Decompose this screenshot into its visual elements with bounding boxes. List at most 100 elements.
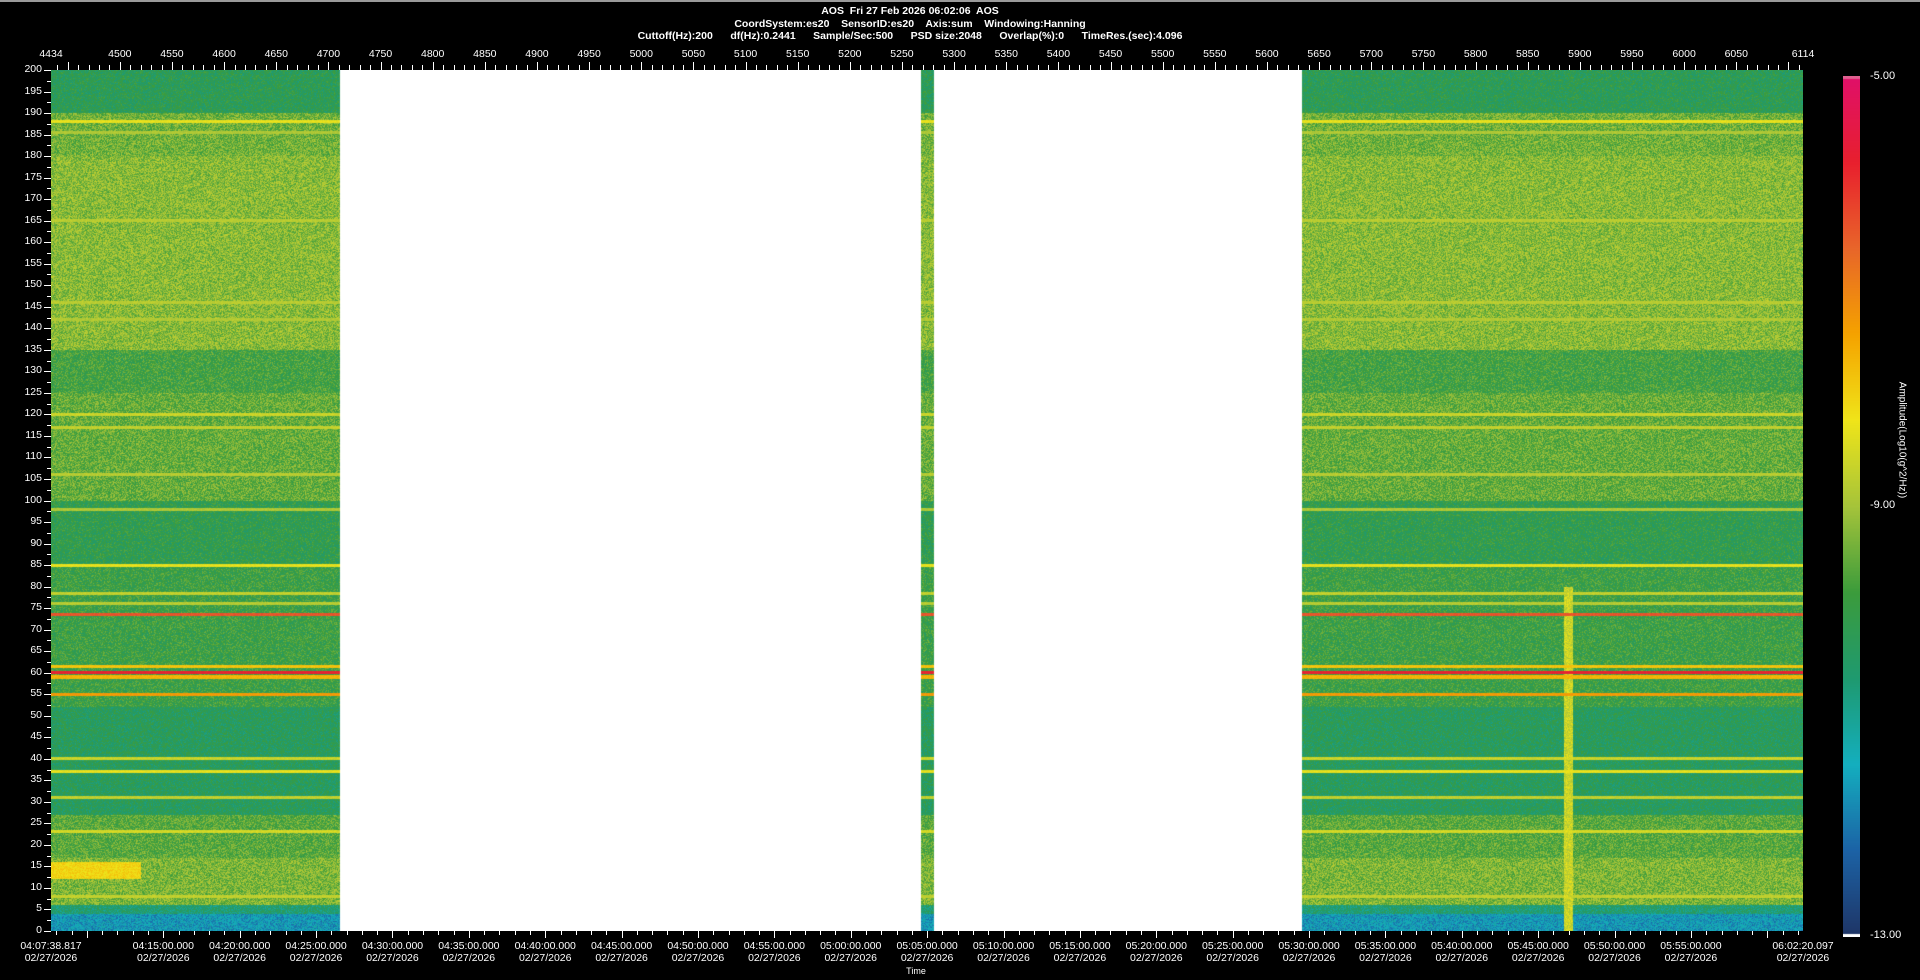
- time-axis-tick: [560, 931, 562, 935]
- time-axis-tick: [697, 931, 699, 938]
- y-axis-tick: [44, 758, 51, 760]
- y-axis-tick: [44, 328, 51, 330]
- y-axis-tick: [44, 565, 51, 567]
- top-axis-label: 5100: [733, 48, 758, 60]
- time-axis-tick: [1629, 931, 1631, 935]
- time-axis-tick: [1156, 931, 1158, 938]
- y-axis-label: 35: [30, 773, 42, 786]
- top-axis-label: 5150: [785, 48, 810, 60]
- top-axis-label: 4700: [316, 48, 341, 60]
- time-axis-date: 02/27/2026: [1130, 952, 1183, 964]
- time-axis-label: 04:30:00.000: [361, 940, 424, 952]
- y-axis-label: 50: [30, 708, 42, 721]
- time-axis-tick: [346, 931, 348, 935]
- time-axis-tick: [361, 931, 363, 935]
- time-axis-tick: [957, 931, 959, 935]
- y-axis-tick: [44, 651, 51, 653]
- time-axis-tick: [1431, 931, 1433, 935]
- time-axis-tick: [1782, 931, 1784, 935]
- y-axis-tick: [44, 263, 51, 265]
- time-axis-tick: [132, 931, 134, 935]
- time-axis-tick: [1095, 931, 1097, 935]
- time-axis-tick: [972, 931, 974, 935]
- y-axis-tick: [44, 823, 51, 825]
- time-axis-tick: [1522, 931, 1524, 935]
- time-axis-tick: [193, 931, 195, 935]
- time-axis-tick: [1339, 931, 1341, 935]
- y-axis-tick: [44, 113, 51, 115]
- time-axis-tick: [1507, 931, 1509, 935]
- top-axis-label: 5900: [1568, 48, 1592, 60]
- y-axis-label: 110: [25, 450, 42, 463]
- time-axis-date: 02/27/2026: [289, 952, 343, 964]
- y-axis-tick: [44, 909, 51, 911]
- top-axis-label: 4900: [525, 48, 549, 60]
- time-axis-date: 02/27/2026: [1511, 952, 1565, 964]
- time-axis-tick: [453, 931, 455, 935]
- time-axis-label: 04:35:00.000: [438, 940, 500, 952]
- y-axis-label: 85: [30, 558, 42, 571]
- chart-title: AOS Fri 27 Feb 2026 06:02:06 AOS: [821, 5, 999, 17]
- time-axis-tick: [881, 931, 883, 935]
- y-axis-tick: [44, 715, 51, 717]
- time-axis-tick: [667, 931, 669, 935]
- time-axis-tick: [56, 931, 58, 935]
- y-axis-label: 165: [24, 213, 42, 226]
- time-axis-tick: [377, 931, 379, 935]
- time-axis-label: 05:45:00.000: [1507, 940, 1569, 952]
- y-axis-label: 170: [24, 192, 42, 205]
- top-axis-label: 4434: [39, 48, 63, 60]
- time-axis-tick: [71, 931, 73, 935]
- top-axis-tick: [1475, 62, 1477, 70]
- chart-subtitle-params: Cuttoff(Hz):200 df(Hz):0.2441 Sample/Sec…: [637, 30, 1183, 42]
- y-axis-tick: [44, 844, 51, 846]
- chart-subtitle-sensor: CoordSystem:es20 SensorID:es20 Axis:sum …: [734, 18, 1086, 30]
- time-axis-tick: [224, 931, 226, 935]
- time-axis-label: 05:50:00.000: [1583, 940, 1646, 952]
- time-axis-tick: [117, 931, 119, 935]
- top-axis-label: 4800: [420, 48, 445, 60]
- time-axis-label: 05:25:00.000: [1202, 940, 1264, 952]
- y-axis-label: 190: [24, 106, 42, 119]
- time-axis-tick: [896, 931, 898, 935]
- y-axis-label: 55: [30, 687, 42, 700]
- y-axis-tick: [44, 801, 51, 803]
- time-axis-tick: [1247, 931, 1249, 935]
- time-axis-tick: [514, 931, 516, 935]
- time-axis-tick: [1141, 931, 1142, 935]
- time-axis-tick: [1034, 931, 1036, 935]
- y-axis-label: 135: [24, 342, 42, 355]
- time-axis-label: 05:10:00.000: [972, 940, 1035, 952]
- colorbar: [1843, 76, 1860, 937]
- time-axis-tick: [484, 931, 486, 935]
- y-axis-tick: [44, 134, 51, 136]
- top-axis-tick: [589, 62, 591, 70]
- y-axis-tick: [44, 457, 51, 459]
- time-axis-label: 05:05:00.000: [896, 940, 958, 952]
- time-axis-tick: [1110, 931, 1112, 935]
- time-axis-tick: [1171, 931, 1173, 935]
- top-axis-label: 4500: [108, 48, 132, 60]
- time-axis-tick: [1599, 931, 1601, 935]
- y-axis-label: 40: [30, 751, 42, 764]
- time-axis-date: 02/27/2026: [1053, 952, 1107, 964]
- spectrogram-plot[interactable]: [51, 70, 1803, 931]
- y-axis-tick: [44, 672, 51, 674]
- time-axis-date: 02/27/2026: [1435, 952, 1489, 964]
- time-axis-tick: [1293, 931, 1295, 935]
- time-axis-tick: [1125, 931, 1127, 935]
- time-axis-date: 02/27/2026: [1282, 952, 1336, 964]
- time-axis-date: 02/27/2026: [977, 952, 1030, 964]
- top-axis-label: 5200: [838, 48, 862, 60]
- time-axis-label: 04:20:00.000: [209, 940, 271, 952]
- time-axis-tick: [1018, 931, 1020, 935]
- y-axis-tick: [44, 91, 51, 93]
- y-axis-tick: [44, 694, 51, 696]
- top-axis-tick: [67, 62, 69, 70]
- time-axis-tick: [1706, 931, 1708, 935]
- time-axis-tick: [529, 931, 531, 935]
- time-axis-tick: [1797, 931, 1799, 935]
- time-axis-tick: [1736, 931, 1738, 935]
- time-axis-tick: [759, 931, 761, 935]
- time-axis-tick: [499, 931, 501, 935]
